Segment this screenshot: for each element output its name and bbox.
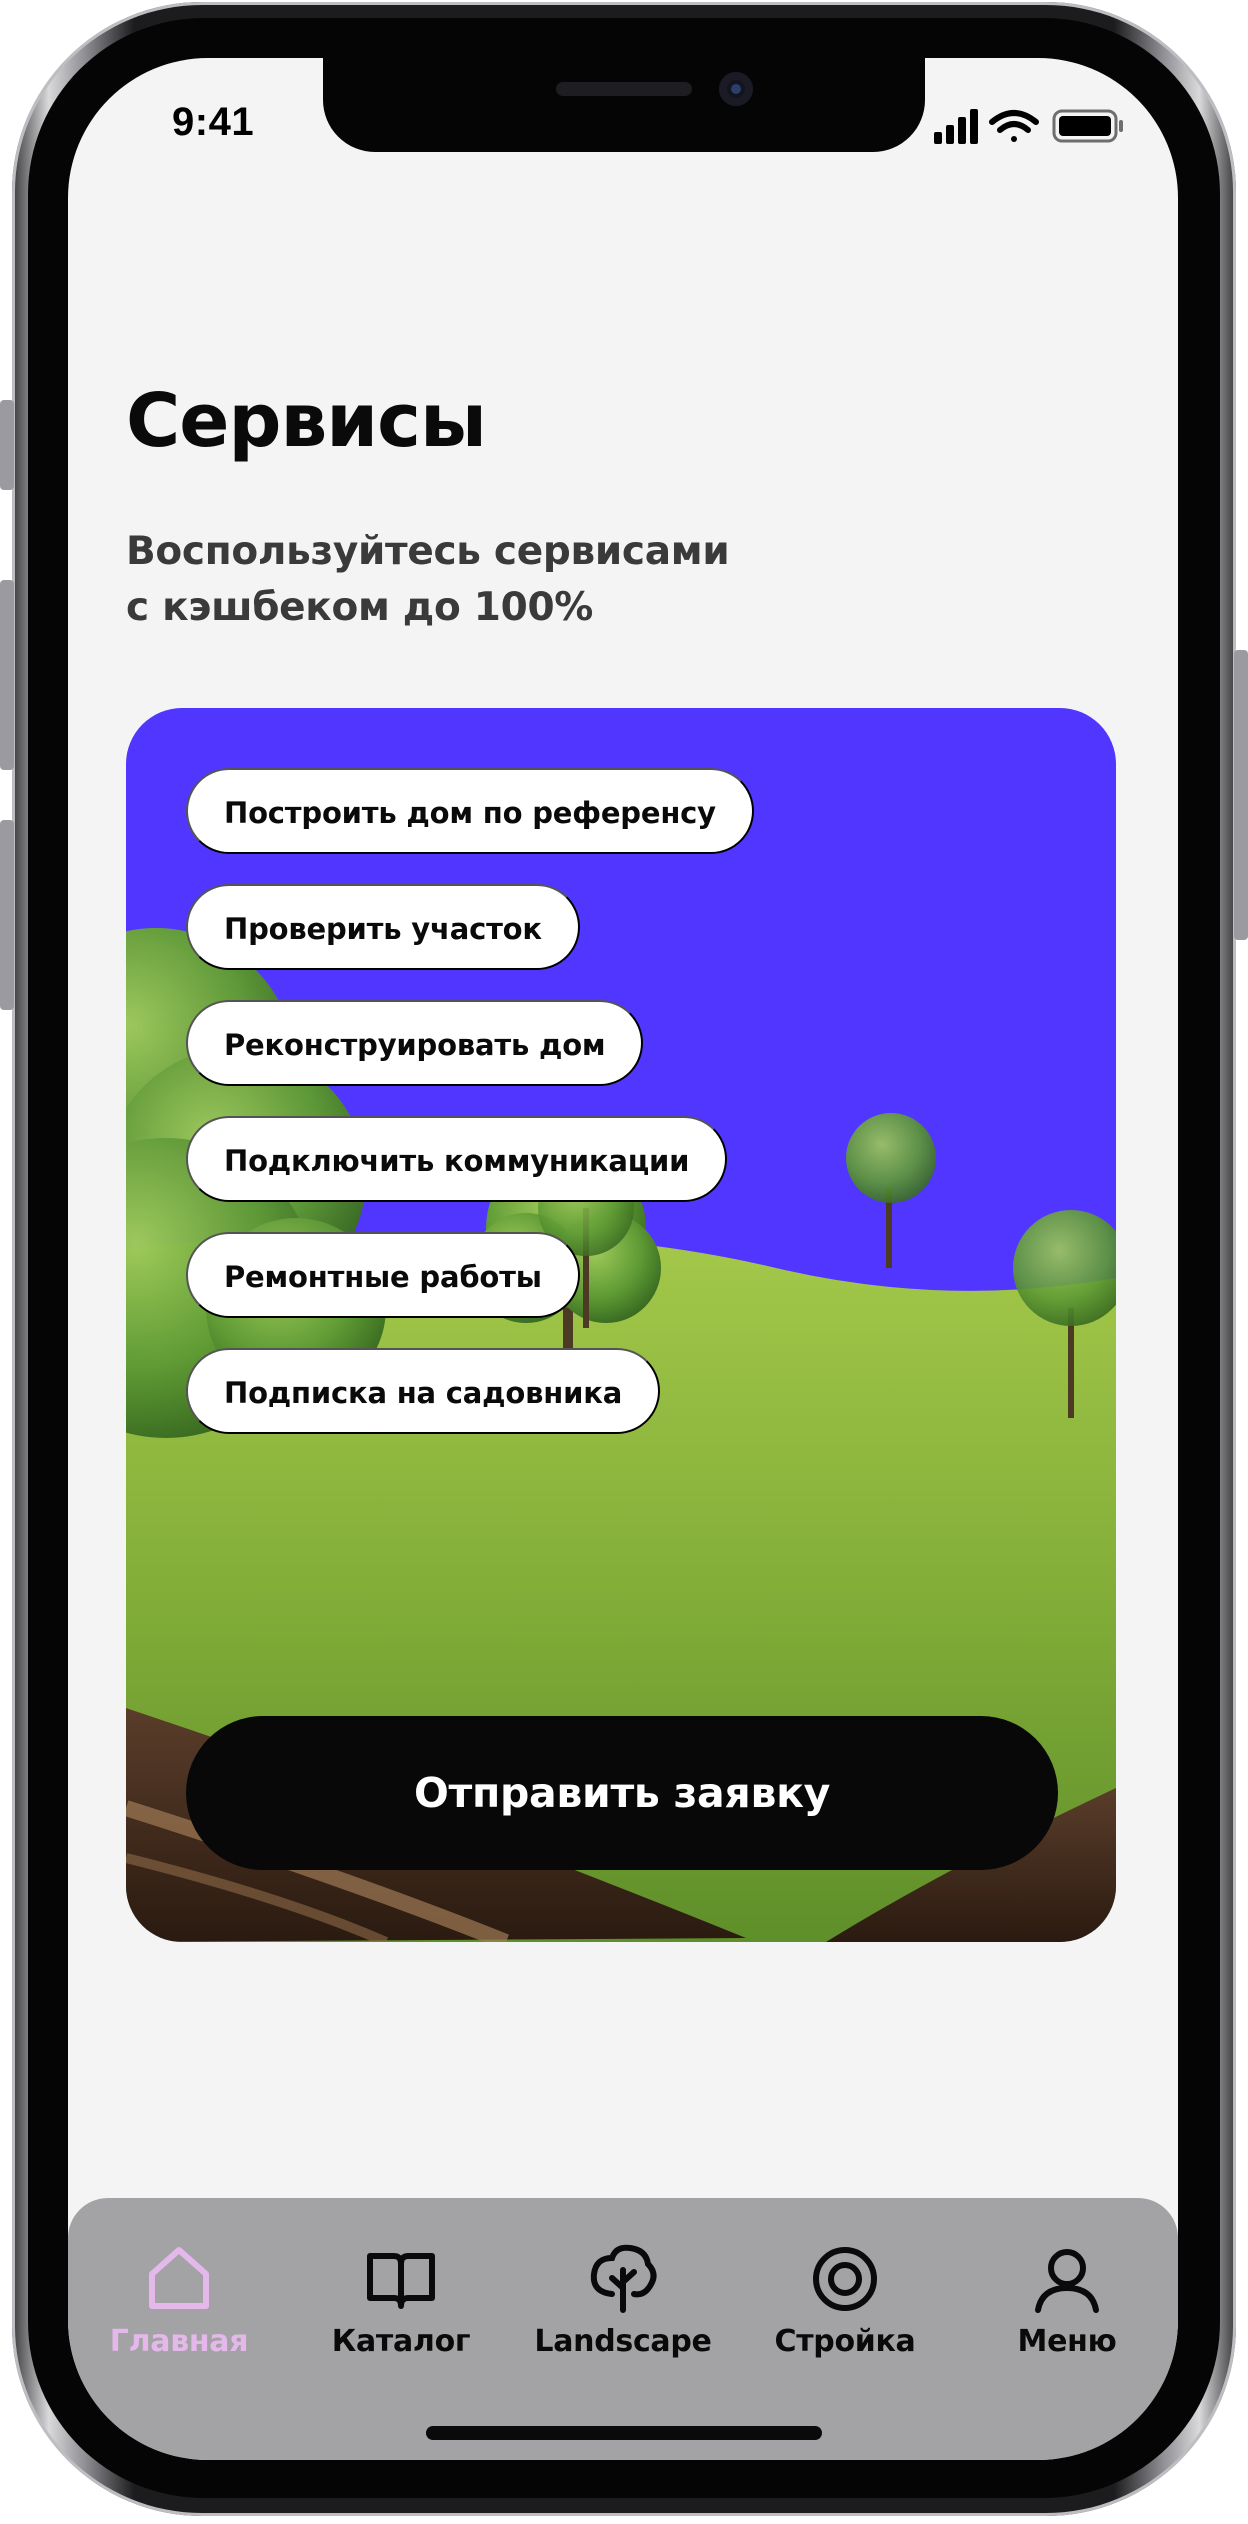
book-icon	[367, 2253, 435, 2309]
speaker-grille	[556, 82, 692, 96]
status-time: 9:41	[172, 100, 255, 144]
notch	[323, 58, 925, 152]
tree-icon	[590, 2244, 657, 2313]
side-button-volume-down	[0, 820, 14, 1010]
service-chip-repair-works[interactable]: Ремонтные работы	[186, 1232, 580, 1318]
target-icon	[813, 2247, 877, 2311]
tab-menu-label: Меню	[1017, 2324, 1117, 2359]
page-title: Сервисы	[126, 378, 487, 464]
tab-home[interactable]: Главная	[68, 2242, 290, 2382]
status-icons	[934, 109, 1123, 144]
service-chip-connect-utilities[interactable]: Подключить коммуникации	[186, 1116, 728, 1202]
services-card: Построить дом по референсу Проверить уча…	[126, 708, 1116, 1942]
signal-icon	[934, 109, 978, 144]
screen: 9:41 Сервисы Воспользуйтесь сервисами с …	[68, 58, 1178, 2460]
page-subtitle: Воспользуйтесь сервисами с кэшбеком до 1…	[126, 524, 886, 636]
tree-small	[846, 1113, 936, 1268]
tab-landscape[interactable]: Landscape	[512, 2242, 734, 2382]
tab-bar: Главная Каталог Landscape Стройка Меню	[68, 2198, 1178, 2460]
subtitle-line-1: Воспользуйтесь сервисами	[126, 529, 730, 574]
side-button-power	[1234, 650, 1248, 940]
tab-catalog-label: Каталог	[331, 2324, 471, 2359]
tab-landscape-label: Landscape	[534, 2324, 712, 2359]
tab-construction-label: Стройка	[774, 2324, 916, 2359]
subtitle-line-2: с кэшбеком до 100%	[126, 585, 594, 630]
side-button-volume-up	[0, 580, 14, 770]
tab-catalog[interactable]: Каталог	[290, 2242, 512, 2382]
service-chip-reconstruct-house[interactable]: Реконструировать дом	[186, 1000, 644, 1086]
home-indicator[interactable]	[426, 2426, 822, 2440]
submit-request-button[interactable]: Отправить заявку	[186, 1716, 1058, 1870]
service-chip-gardener-subscription[interactable]: Подписка на садовника	[186, 1348, 661, 1434]
camera-icon	[719, 72, 753, 106]
service-chip-check-plot[interactable]: Проверить участок	[186, 884, 580, 970]
user-icon	[1035, 2249, 1099, 2313]
tab-home-label: Главная	[109, 2324, 249, 2359]
service-chip-build-house[interactable]: Построить дом по референсу	[186, 768, 754, 854]
wifi-icon	[989, 110, 1039, 142]
home-icon	[149, 2247, 209, 2309]
battery-icon	[1052, 109, 1123, 143]
side-button-mute	[0, 400, 14, 490]
tab-construction[interactable]: Стройка	[734, 2242, 956, 2382]
tab-menu[interactable]: Меню	[956, 2242, 1178, 2382]
